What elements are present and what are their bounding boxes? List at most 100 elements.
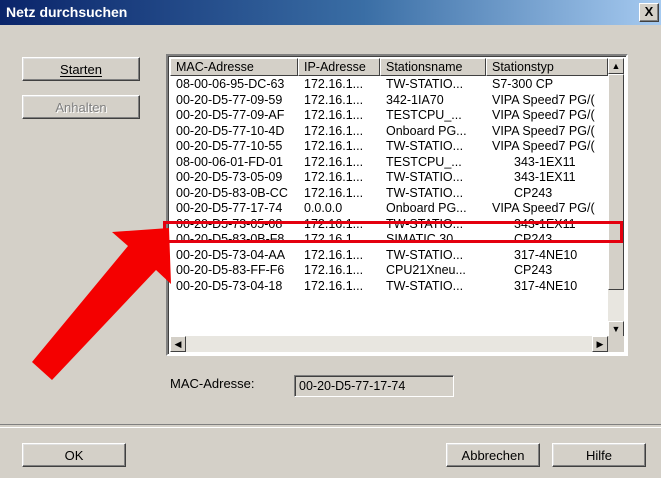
table-row[interactable]: 08-00-06-95-DC-63 172.16.1... TW-STATIO...… [170, 77, 608, 93]
table-cell: 343-1EX11 [514, 170, 576, 184]
table-cell: 08-00-06-01-FD-01 [176, 154, 283, 169]
table-row[interactable]: 00-20-D5-77-09-59 172.16.1... 342-1IA70 VIP… [170, 93, 608, 109]
help-button[interactable]: Hilfe [552, 443, 646, 467]
table-row[interactable]: 00-20-D5-83-0B-F8 172.16.1... SIMATIC 30..… [170, 232, 608, 248]
table-cell: 317-4NE10 [514, 278, 578, 293]
table-cell: 172.16.1... [304, 108, 364, 122]
table-row[interactable]: 00-20-D5-77-10-55 172.16.1... TW-STATIO...… [170, 139, 608, 155]
table-cell: TW-STATIO... [386, 170, 464, 184]
scroll-up-icon[interactable]: ▲ [608, 58, 624, 74]
table-cell: 172.16.1... [304, 263, 364, 277]
table-cell: 00-20-D5-73-05-09 [176, 170, 283, 184]
horizontal-scrollbar[interactable]: ◀ ▶ [170, 336, 608, 352]
table-cell: TW-STATIO... [386, 77, 464, 91]
vertical-scrollbar[interactable]: ▲ ▼ [608, 58, 624, 337]
table-cell: 00-20-D5-77-10-55 [176, 139, 283, 153]
stop-button[interactable]: Anhalten [22, 95, 140, 119]
table-row[interactable]: 00-20-D5-73-04-18 172.16.1... TW-STATIO...… [170, 279, 608, 295]
help-button-label: Hilfe [585, 448, 612, 463]
table-row[interactable]: 00-20-D5-77-10-4D 172.16.1... Onboard PG..… [170, 124, 608, 140]
table-cell: TESTCPU_... [386, 154, 462, 169]
scroll-down-icon[interactable]: ▼ [608, 321, 624, 337]
table-cell: Onboard PG... [386, 201, 467, 215]
table-cell: 0.0.0.0 [304, 201, 343, 215]
start-button[interactable]: Starten [22, 57, 140, 81]
table-cell: 00-20-D5-77-09-AF [176, 108, 285, 122]
table-row[interactable]: 00-20-D5-73-04-AA 172.16.1... TW-STATIO...… [170, 248, 608, 264]
table-cell: 00-20-D5-83-FF-F6 [176, 263, 285, 277]
table-cell: TW-STATIO... [386, 185, 464, 200]
column-header-ip[interactable]: IP-Adresse [298, 58, 380, 76]
table-cell: 172.16.1... [304, 216, 364, 231]
table-row[interactable]: 08-00-06-01-FD-01 172.16.1... TESTCPU_... 3… [170, 155, 608, 171]
cancel-button-label: Abbrechen [461, 448, 525, 463]
column-header-station-name[interactable]: Stationsname [380, 58, 486, 76]
table-cell: Onboard PG... [386, 123, 467, 138]
table-cell: TESTCPU_... [386, 108, 462, 122]
table-cell: 172.16.1... [304, 92, 364, 107]
list-rows: 08-00-06-95-DC-63 172.16.1... TW-STATIO...… [170, 77, 608, 294]
table-cell: 172.16.1... [304, 232, 364, 246]
table-cell: VIPA Speed7 PG/( [492, 108, 595, 122]
table-row[interactable]: 00-20-D5-73-05-08 172.16.1... TW-STATIO...… [170, 217, 608, 233]
table-cell: 172.16.1... [304, 278, 364, 293]
table-cell: CP243 [514, 185, 553, 200]
table-cell: 172.16.1... [304, 185, 364, 200]
table-cell: SIMATIC 30... [386, 232, 464, 246]
table-cell: VIPA Speed7 PG/( [492, 123, 595, 138]
column-header-station-type[interactable]: Stationstyp [486, 58, 608, 76]
list-header: MAC-Adresse IP-Adresse Stationsname Stat… [170, 58, 608, 76]
table-cell: 00-20-D5-73-04-AA [176, 247, 286, 262]
table-cell: TW-STATIO... [386, 216, 464, 231]
table-cell: VIPA Speed7 PG/( [492, 201, 595, 215]
mac-address-label: MAC-Adresse: [170, 376, 255, 391]
table-cell: 00-20-D5-83-0B-F8 [176, 232, 285, 246]
scroll-thumb[interactable] [608, 74, 624, 290]
table-cell: CPU21Xneu... [386, 263, 466, 277]
table-cell: TW-STATIO... [386, 278, 464, 293]
column-header-mac[interactable]: MAC-Adresse [170, 58, 298, 76]
table-cell: 172.16.1... [304, 247, 364, 262]
table-cell: 172.16.1... [304, 123, 364, 138]
table-cell: S7-300 CP [492, 77, 554, 91]
table-row[interactable]: 00-20-D5-73-05-09 172.16.1... TW-STATIO...… [170, 170, 608, 186]
table-row[interactable]: 00-20-D5-83-0B-CC 172.16.1... TW-STATIO...… [170, 186, 608, 202]
table-cell: TW-STATIO... [386, 139, 464, 153]
table-cell: 172.16.1... [304, 154, 364, 169]
separator [0, 424, 661, 428]
table-cell: 343-1EX11 [514, 216, 576, 231]
table-cell: 172.16.1... [304, 77, 364, 91]
table-cell: 172.16.1... [304, 139, 364, 153]
table-cell: VIPA Speed7 PG/( [492, 92, 595, 107]
table-cell: 00-20-D5-77-09-59 [176, 92, 283, 107]
table-row[interactable]: 00-20-D5-77-17-74 0.0.0.0 Onboard PG... VIP… [170, 201, 608, 217]
table-cell: 00-20-D5-73-05-08 [176, 216, 283, 231]
cancel-button[interactable]: Abbrechen [446, 443, 540, 467]
table-row[interactable]: 00-20-D5-83-FF-F6 172.16.1... CPU21Xneu...… [170, 263, 608, 279]
table-cell: 172.16.1... [304, 170, 364, 184]
table-cell: 00-20-D5-77-17-74 [176, 201, 283, 215]
scroll-corner [608, 336, 624, 352]
table-row[interactable]: 00-20-D5-77-09-AF 172.16.1... TESTCPU_... V… [170, 108, 608, 124]
title-bar: Netz durchsuchen X [0, 0, 661, 25]
scroll-left-icon[interactable]: ◀ [170, 336, 186, 352]
close-icon: X [644, 4, 654, 19]
window-title: Netz durchsuchen [6, 4, 128, 20]
table-cell: 317-4NE10 [514, 247, 578, 262]
table-cell: CP243 [514, 232, 553, 246]
table-cell: CP243 [514, 263, 553, 277]
ok-button-label: OK [64, 448, 84, 463]
ok-button[interactable]: OK [22, 443, 126, 467]
stop-button-label: Anhalten [55, 100, 107, 115]
table-cell: 08-00-06-95-DC-63 [176, 77, 285, 91]
scroll-right-icon[interactable]: ▶ [592, 336, 608, 352]
table-cell: 00-20-D5-73-04-18 [176, 278, 283, 293]
station-list[interactable]: MAC-Adresse IP-Adresse Stationsname Stat… [166, 54, 628, 356]
table-cell: VIPA Speed7 PG/( [492, 139, 595, 153]
table-cell: 342-1IA70 [386, 92, 444, 107]
mac-address-field: 00-20-D5-77-17-74 [294, 375, 454, 397]
close-button[interactable]: X [639, 3, 659, 22]
table-cell: 00-20-D5-83-0B-CC [176, 185, 288, 200]
start-button-label: Starten [60, 62, 102, 77]
table-cell: 343-1EX11 [514, 154, 576, 169]
